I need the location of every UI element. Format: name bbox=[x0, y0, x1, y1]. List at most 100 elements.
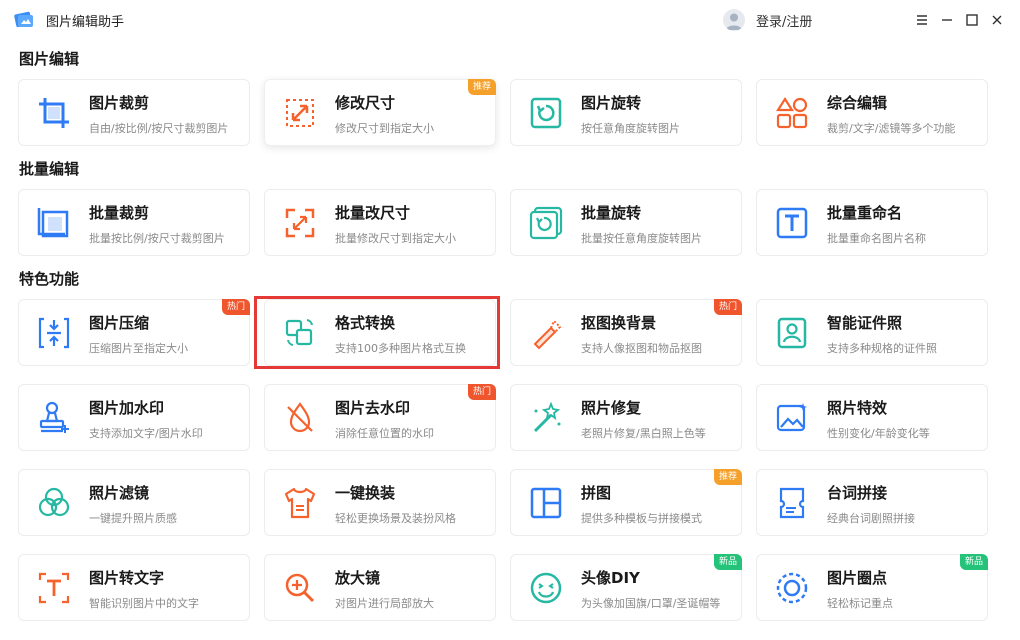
card-desc: 提供多种模板与拼接模式 bbox=[581, 512, 702, 525]
card-desc: 自由/按比例/按尺寸裁剪图片 bbox=[89, 122, 229, 135]
close-icon[interactable] bbox=[986, 9, 1008, 31]
card-name: 综合编辑 bbox=[827, 94, 888, 112]
title-bar: 图片编辑助手 登录/注册 bbox=[0, 0, 1020, 40]
id-photo-icon bbox=[773, 314, 811, 352]
card-name: 照片滤镜 bbox=[89, 484, 150, 502]
batch-rotate-icon bbox=[527, 204, 565, 242]
card-name: 抠图换背景 bbox=[581, 314, 657, 332]
card-name: 批量改尺寸 bbox=[335, 204, 411, 222]
rotate-icon bbox=[527, 94, 565, 132]
card-idphoto[interactable]: 智能证件照 支持多种规格的证件照 bbox=[756, 299, 988, 366]
card-restore[interactable]: 照片修复 老照片修复/黑白照上色等 bbox=[510, 384, 742, 451]
section-title-batch: 批量编辑 bbox=[19, 160, 80, 178]
card-name: 格式转换 bbox=[335, 314, 396, 332]
card-desc: 支持多种规格的证件照 bbox=[827, 342, 937, 355]
card-desc: 按任意角度旋转图片 bbox=[581, 122, 680, 135]
card-desc: 老照片修复/黑白照上色等 bbox=[581, 427, 706, 440]
card-desc: 轻松标记重点 bbox=[827, 597, 893, 610]
card-name: 图片旋转 bbox=[581, 94, 642, 112]
magic-wand-icon bbox=[527, 399, 565, 437]
recommend-badge: 推荐 bbox=[467, 79, 496, 95]
card-ocr[interactable]: 图片转文字 智能识别图片中的文字 bbox=[18, 554, 250, 621]
card-name: 图片裁剪 bbox=[89, 94, 150, 112]
magnifier-icon bbox=[281, 569, 319, 607]
card-desc: 裁剪/文字/滤镜等多个功能 bbox=[827, 122, 956, 135]
card-subtitle[interactable]: 台词拼接 经典台词剧照拼接 bbox=[756, 469, 988, 536]
card-name: 图片去水印 bbox=[335, 399, 411, 417]
card-desc: 支持100多种图片格式互换 bbox=[335, 342, 466, 355]
card-name: 拼图 bbox=[581, 484, 612, 502]
app-title: 图片编辑助手 bbox=[46, 15, 125, 30]
card-batch-crop[interactable]: 批量裁剪 批量按比例/按尺寸裁剪图片 bbox=[18, 189, 250, 256]
card-desc: 压缩图片至指定大小 bbox=[89, 342, 188, 355]
image-effects-icon bbox=[773, 399, 811, 437]
card-avatar-diy[interactable]: 头像DIY 为头像加国旗/口罩/圣诞帽等 新品 bbox=[510, 554, 742, 621]
card-desc: 支持人像抠图和物品抠图 bbox=[581, 342, 702, 355]
tshirt-icon bbox=[281, 484, 319, 522]
card-batch-rotate[interactable]: 批量旋转 批量按任意角度旋转图片 bbox=[510, 189, 742, 256]
smiley-icon bbox=[527, 569, 565, 607]
card-watermark-remove[interactable]: 图片去水印 消除任意位置的水印 热门 bbox=[264, 384, 496, 451]
card-name: 一键换装 bbox=[335, 484, 396, 502]
card-desc: 消除任意位置的水印 bbox=[335, 427, 434, 440]
card-name: 台词拼接 bbox=[827, 484, 888, 502]
card-name: 智能证件照 bbox=[827, 314, 903, 332]
recommend-badge: 推荐 bbox=[713, 469, 742, 485]
card-magnifier[interactable]: 放大镜 对图片进行局部放大 bbox=[264, 554, 496, 621]
card-watermark-add[interactable]: 图片加水印 支持添加文字/图片水印 bbox=[18, 384, 250, 451]
menu-icon[interactable] bbox=[911, 9, 933, 31]
card-desc: 支持添加文字/图片水印 bbox=[89, 427, 203, 440]
card-name: 修改尺寸 bbox=[335, 94, 396, 112]
card-collage[interactable]: 拼图 提供多种模板与拼接模式 推荐 bbox=[510, 469, 742, 536]
card-desc: 批量修改尺寸到指定大小 bbox=[335, 232, 456, 245]
card-cutout[interactable]: 抠图换背景 支持人像抠图和物品抠图 热门 bbox=[510, 299, 742, 366]
card-desc: 对图片进行局部放大 bbox=[335, 597, 434, 610]
card-name: 放大镜 bbox=[335, 569, 381, 587]
card-circle-mark[interactable]: 图片圈点 轻松标记重点 新品 bbox=[756, 554, 988, 621]
card-name: 图片压缩 bbox=[89, 314, 150, 332]
crop-icon bbox=[35, 94, 73, 132]
card-name: 图片圈点 bbox=[827, 569, 888, 587]
text-recognition-icon bbox=[35, 569, 73, 607]
section-title-features: 特色功能 bbox=[19, 270, 80, 288]
card-desc: 经典台词剧照拼接 bbox=[827, 512, 915, 525]
compress-icon bbox=[35, 314, 73, 352]
convert-icon bbox=[281, 314, 319, 352]
card-desc: 轻松更换场景及装扮风格 bbox=[335, 512, 456, 525]
card-name: 批量旋转 bbox=[581, 204, 642, 222]
hot-badge: 热门 bbox=[713, 299, 742, 315]
card-convert[interactable]: 格式转换 支持100多种图片格式互换 bbox=[264, 299, 496, 366]
card-name: 批量裁剪 bbox=[89, 204, 150, 222]
login-register-link[interactable]: 登录/注册 bbox=[756, 11, 812, 30]
card-desc: 一键提升照片质感 bbox=[89, 512, 177, 525]
card-batch-resize[interactable]: 批量改尺寸 批量修改尺寸到指定大小 bbox=[264, 189, 496, 256]
remove-watermark-icon bbox=[281, 399, 319, 437]
user-avatar-icon[interactable] bbox=[723, 9, 745, 31]
card-combo[interactable]: 综合编辑 裁剪/文字/滤镜等多个功能 bbox=[756, 79, 988, 146]
card-filter[interactable]: 照片滤镜 一键提升照片质感 bbox=[18, 469, 250, 536]
hot-badge: 热门 bbox=[221, 299, 250, 315]
card-crop[interactable]: 图片裁剪 自由/按比例/按尺寸裁剪图片 bbox=[18, 79, 250, 146]
card-compress[interactable]: 图片压缩 压缩图片至指定大小 热门 bbox=[18, 299, 250, 366]
card-desc: 为头像加国旗/口罩/圣诞帽等 bbox=[581, 597, 721, 610]
card-name: 照片修复 bbox=[581, 399, 642, 417]
card-effects[interactable]: 照片特效 性别变化/年龄变化等 bbox=[756, 384, 988, 451]
minimize-icon[interactable] bbox=[936, 9, 958, 31]
card-batch-rename[interactable]: 批量重命名 批量重命名图片名称 bbox=[756, 189, 988, 256]
section-title-edit: 图片编辑 bbox=[19, 50, 80, 68]
card-desc: 性别变化/年龄变化等 bbox=[827, 427, 930, 440]
card-resize[interactable]: 修改尺寸 修改尺寸到指定大小 推荐 bbox=[264, 79, 496, 146]
stamp-icon bbox=[35, 399, 73, 437]
maximize-icon[interactable] bbox=[961, 9, 983, 31]
card-name: 图片转文字 bbox=[89, 569, 165, 587]
card-rotate[interactable]: 图片旋转 按任意角度旋转图片 bbox=[510, 79, 742, 146]
circle-mark-icon bbox=[773, 569, 811, 607]
rename-icon bbox=[773, 204, 811, 242]
card-name: 图片加水印 bbox=[89, 399, 165, 417]
card-desc: 智能识别图片中的文字 bbox=[89, 597, 199, 610]
resize-icon bbox=[281, 94, 319, 132]
card-name: 头像DIY bbox=[581, 569, 640, 587]
collage-grid-icon bbox=[527, 484, 565, 522]
card-outfit[interactable]: 一键换装 轻松更换场景及装扮风格 bbox=[264, 469, 496, 536]
subtitle-join-icon bbox=[773, 484, 811, 522]
